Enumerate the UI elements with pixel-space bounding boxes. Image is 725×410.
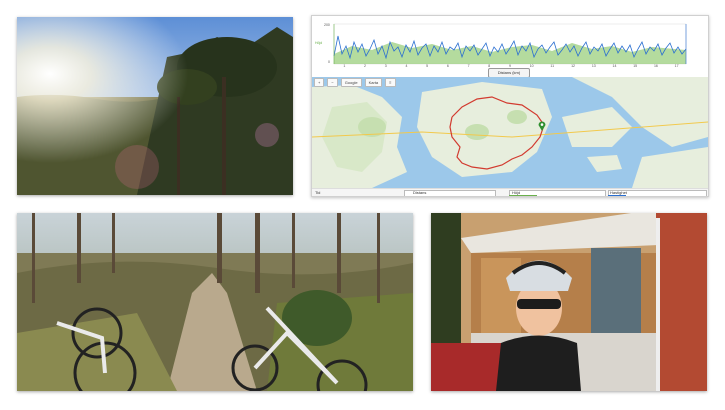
- y-axis-bottom-label: 0: [328, 60, 330, 64]
- metric-selector-bar: Tid Distans Höjd Hastighet: [312, 188, 708, 196]
- x-axis-tick-label: 1: [343, 64, 346, 68]
- x-axis-tick-label: 14: [612, 64, 617, 68]
- y-axis-top-label: 200: [324, 23, 330, 27]
- layers-button[interactable]: ≡: [385, 78, 396, 87]
- route-end-marker-icon[interactable]: [538, 121, 546, 131]
- x-axis-tick-label: 12: [571, 64, 576, 68]
- time-label: Tid: [315, 190, 321, 195]
- x-axis-tick-label: 16: [653, 64, 658, 68]
- x-axis-tick-label: 6: [446, 64, 449, 68]
- x-axis-tick-label: 3: [384, 64, 387, 68]
- x-axis-tick-label: 5: [426, 64, 429, 68]
- x-axis-tick-label: 13: [591, 64, 596, 68]
- x-axis-tick-label: 15: [633, 64, 638, 68]
- x-axis-tick-label: 4: [405, 64, 408, 68]
- x-axis-tick-label: 7: [467, 64, 470, 68]
- elevation-speed-chart: 200 Höjd 0 1 2 3 4 5 6 7 8 9 10 11 12 13 14 15 16 17 Dis…: [312, 16, 708, 78]
- gps-activity-dashboard: 200 Höjd 0 1 2 3 4 5 6 7 8 9 10 11 12 13 14 15 16 17 Dis…: [311, 15, 709, 197]
- x-axis-tick-label: 10: [529, 64, 534, 68]
- x-axis-tick-label: 2: [364, 64, 366, 68]
- map-type-google-button[interactable]: Google: [340, 78, 362, 87]
- speed-indicator: [608, 195, 626, 196]
- mountain-bikes-trail-photo: [17, 213, 413, 391]
- route-map[interactable]: [312, 77, 708, 188]
- height-indicator: [509, 195, 537, 196]
- y-axis-title: Höjd: [315, 41, 323, 45]
- x-axis-tick-label: 17: [674, 64, 679, 68]
- cyclist-selfie-photo: [431, 213, 707, 391]
- map-toolbar: + − Google Karta ≡: [314, 78, 396, 87]
- zoom-out-button[interactable]: −: [327, 78, 338, 87]
- distance-label: Distans: [413, 190, 427, 195]
- forest-sunset-photo: [17, 17, 293, 195]
- x-axis-tick-label: 11: [550, 64, 555, 68]
- map-type-map-button[interactable]: Karta: [364, 78, 383, 87]
- zoom-in-button[interactable]: +: [314, 78, 325, 87]
